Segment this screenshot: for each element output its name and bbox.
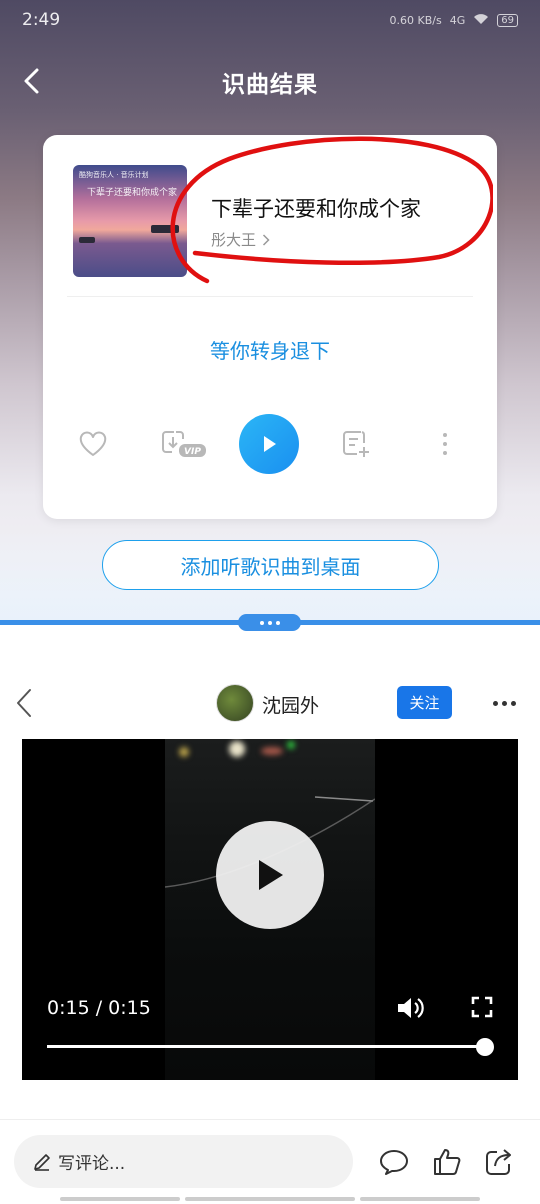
gesture-bar	[60, 1197, 180, 1201]
back-button[interactable]	[18, 66, 48, 96]
pencil-icon	[34, 1153, 50, 1171]
share-icon	[486, 1149, 511, 1175]
username[interactable]: 沈园外	[262, 691, 319, 718]
video-player[interactable]: 0:15 / 0:15	[22, 739, 518, 1080]
add-to-desktop-button[interactable]: 添加听歌识曲到桌面	[102, 540, 439, 590]
song-title[interactable]: 下辈子还要和你成个家	[211, 193, 421, 223]
comment-placeholder: 写评论...	[58, 1154, 126, 1174]
gesture-bar	[360, 1197, 480, 1201]
download-vip-icon: VIP	[162, 431, 206, 457]
artist-link[interactable]: 彤大王	[211, 229, 270, 250]
cover-script-text: 下辈子还要和你成个家	[87, 188, 178, 198]
nav-bar: 识曲结果	[0, 56, 540, 108]
thumbs-up-icon	[434, 1149, 461, 1175]
chevron-left-icon	[24, 68, 39, 94]
share-button[interactable]	[483, 1146, 515, 1178]
action-bar: VIP	[43, 413, 497, 475]
fullscreen-button[interactable]	[470, 995, 494, 1019]
wifi-icon	[473, 13, 489, 28]
download-vip-button[interactable]: VIP	[149, 413, 219, 475]
gesture-bar	[185, 1197, 355, 1201]
like-button-bottom[interactable]	[431, 1146, 463, 1178]
heart-icon	[79, 431, 107, 456]
play-button[interactable]	[239, 414, 299, 474]
video-progress-bar[interactable]	[47, 1045, 485, 1048]
artist-name: 彤大王	[211, 231, 257, 249]
like-button[interactable]	[63, 413, 123, 475]
net-speed: 0.60 KB/s	[389, 13, 442, 27]
more-vertical-icon	[443, 433, 447, 455]
cover-tiny-text: 酷狗音乐人 · 音乐计划	[79, 171, 149, 179]
boat-shape	[79, 237, 95, 243]
volume-button[interactable]	[396, 995, 424, 1021]
video-time: 0:15 / 0:15	[47, 997, 151, 1019]
play-icon	[264, 436, 276, 452]
fullscreen-icon	[471, 996, 493, 1018]
chevron-left-icon	[17, 689, 31, 717]
status-bar: 2:49 0.60 KB/s 4G 69	[0, 0, 540, 40]
battery-icon: 69	[497, 13, 518, 27]
split-drag-handle[interactable]	[238, 614, 301, 631]
video-back-button[interactable]	[12, 686, 38, 720]
volume-icon	[398, 998, 424, 1018]
add-to-playlist-icon	[343, 431, 369, 457]
avatar[interactable]	[216, 684, 254, 722]
chevron-right-icon	[262, 233, 270, 246]
video-play-button[interactable]	[216, 821, 324, 929]
song-result-card: 酷狗音乐人 · 音乐计划 下辈子还要和你成个家 下辈子还要和你成个家 彤大王 等…	[43, 135, 497, 519]
vip-label: VIP	[184, 447, 201, 457]
lyric-line[interactable]: 等你转身退下	[43, 335, 497, 364]
comment-input[interactable]: 写评论...	[14, 1135, 353, 1188]
more-button[interactable]	[415, 413, 475, 475]
follow-button[interactable]: 关注	[397, 686, 452, 719]
signal-label: 4G	[449, 13, 466, 27]
add-to-playlist-button[interactable]	[327, 413, 387, 475]
status-icons: 0.60 KB/s 4G 69	[390, 13, 518, 28]
video-header: 沈园外 关注	[0, 678, 540, 728]
comment-button[interactable]	[378, 1146, 410, 1178]
card-divider	[67, 296, 473, 297]
page-title: 识曲结果	[222, 72, 318, 98]
more-horizontal-icon[interactable]	[486, 688, 522, 718]
boat-shape	[151, 225, 179, 233]
play-icon	[259, 860, 283, 890]
bottom-divider	[0, 1119, 540, 1120]
status-time: 2:49	[22, 10, 61, 30]
comment-bubble-icon	[380, 1150, 408, 1175]
album-cover[interactable]: 酷狗音乐人 · 音乐计划 下辈子还要和你成个家	[73, 165, 187, 277]
video-progress-knob[interactable]	[476, 1038, 494, 1056]
